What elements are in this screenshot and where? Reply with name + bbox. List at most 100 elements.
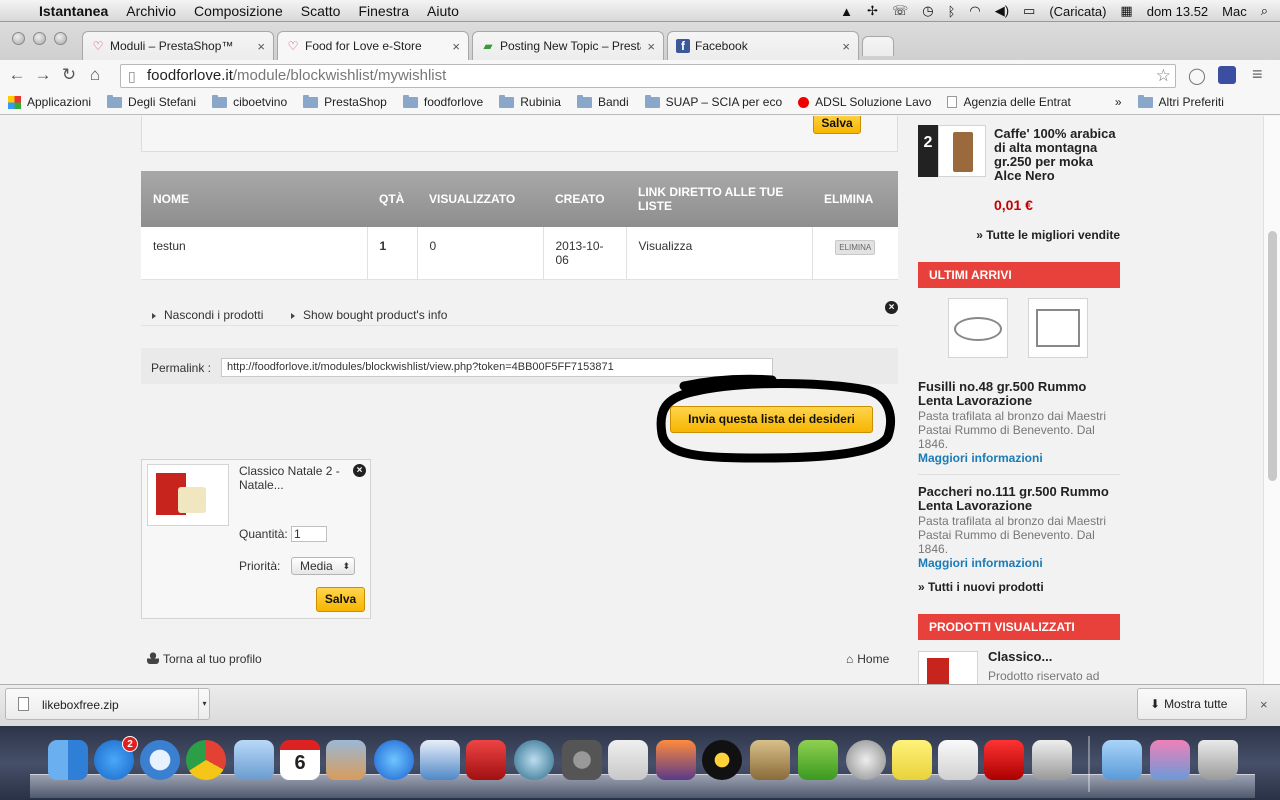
- evernote-icon[interactable]: [798, 740, 838, 780]
- menu-app-name[interactable]: Istantanea: [30, 3, 117, 19]
- star-bookmark-icon[interactable]: ☆: [1156, 65, 1171, 87]
- menu-scatto[interactable]: Scatto: [292, 3, 350, 19]
- show-all-downloads-button[interactable]: ⬇ Mostra tutte: [1137, 688, 1247, 720]
- best-seller-thumbnail[interactable]: [938, 125, 986, 177]
- best-seller-name[interactable]: Caffe' 100% arabica di alta montagna gr.…: [994, 127, 1120, 183]
- menu-archivio[interactable]: Archivio: [117, 3, 185, 19]
- home-icon[interactable]: ⌂: [82, 65, 108, 85]
- bookmark-ciboetvino[interactable]: ciboetvino: [204, 90, 295, 114]
- battery-status[interactable]: (Caricata): [1042, 4, 1113, 19]
- forward-arrow-icon[interactable]: →: [30, 65, 56, 85]
- menu-aiuto[interactable]: Aiuto: [418, 3, 468, 19]
- spotlight-search-icon[interactable]: ⌕: [1254, 3, 1280, 19]
- view-link[interactable]: Visualizza: [626, 227, 813, 280]
- close-download-bar-icon[interactable]: ×: [1260, 697, 1268, 712]
- writer-icon[interactable]: [420, 740, 460, 780]
- clock[interactable]: dom 13.52: [1140, 4, 1215, 19]
- minimize-window-button[interactable]: [33, 32, 46, 45]
- bookmarks-overflow[interactable]: »: [1107, 90, 1130, 114]
- quantity-input[interactable]: 1: [291, 526, 327, 542]
- downloads-folder-icon[interactable]: [1150, 740, 1190, 780]
- send-wishlist-button[interactable]: Invia questa lista dei desideri: [670, 406, 873, 433]
- show-bought-link[interactable]: Show bought product's info: [291, 308, 447, 322]
- scrollbar-thumb[interactable]: [1268, 231, 1277, 481]
- trash-icon[interactable]: [1198, 740, 1238, 780]
- filezilla-icon[interactable]: [984, 740, 1024, 780]
- bookmark-altri-preferiti[interactable]: Altri Preferiti: [1130, 90, 1232, 114]
- menu-finestra[interactable]: Finestra: [349, 3, 418, 19]
- photo-booth-icon[interactable]: [466, 740, 506, 780]
- top-save-button[interactable]: Salva: [813, 116, 861, 134]
- phone-icon[interactable]: ☏: [885, 3, 915, 19]
- textedit-icon[interactable]: [938, 740, 978, 780]
- extension-circle-icon[interactable]: ◯: [1188, 66, 1206, 86]
- address-bar[interactable]: ▯ foodforlove.it/module/blockwishlist/my…: [120, 64, 1176, 88]
- page-scrollbar[interactable]: [1263, 116, 1280, 684]
- close-icon[interactable]: ×: [452, 39, 460, 54]
- download-item[interactable]: likeboxfree.zip ▾: [5, 688, 210, 720]
- home-link[interactable]: ⌂ Home: [846, 652, 889, 666]
- all-best-sellers-link[interactable]: » Tutte le migliori vendite: [976, 228, 1120, 242]
- extension-icon[interactable]: [1218, 66, 1236, 84]
- volume-icon[interactable]: ◀): [988, 3, 1016, 19]
- chrome-icon[interactable]: [186, 740, 226, 780]
- close-window-button[interactable]: [12, 32, 25, 45]
- close-icon[interactable]: ×: [842, 39, 850, 54]
- app-store-icon[interactable]: 2: [94, 736, 138, 780]
- bookmark-applicazioni[interactable]: Applicazioni: [0, 90, 99, 114]
- time-machine-icon[interactable]: ◷: [915, 3, 940, 19]
- back-to-profile-link[interactable]: Torna al tuo profilo: [147, 652, 262, 666]
- close-icon[interactable]: ×: [885, 301, 898, 314]
- close-icon[interactable]: ×: [647, 39, 655, 54]
- calendar-icon[interactable]: 6: [280, 740, 320, 780]
- tab-facebook[interactable]: f Facebook ×: [667, 31, 859, 60]
- reload-icon[interactable]: ↻: [56, 65, 82, 85]
- new-tab-button[interactable]: [862, 36, 894, 56]
- tab-food-for-love[interactable]: ♡ Food for Love e-Store ×: [277, 31, 469, 60]
- user-name[interactable]: Mac: [1215, 4, 1254, 19]
- time-machine-icon[interactable]: [514, 740, 554, 780]
- remove-product-icon[interactable]: ×: [353, 464, 366, 477]
- mail-icon[interactable]: [234, 740, 274, 780]
- automator-icon[interactable]: [750, 740, 790, 780]
- more-info-link[interactable]: Maggiori informazioni: [918, 556, 1043, 570]
- vinyl-player-icon[interactable]: [702, 740, 742, 780]
- system-preferences-icon[interactable]: [562, 740, 602, 780]
- rocket-icon[interactable]: [656, 740, 696, 780]
- phone-icon[interactable]: [846, 740, 886, 780]
- hide-products-link[interactable]: Nascondi i prodotti: [152, 308, 263, 322]
- drive-icon[interactable]: ▲: [833, 4, 860, 19]
- menu-hamburger-icon[interactable]: ≡: [1252, 64, 1263, 85]
- product-thumbnail[interactable]: [147, 464, 229, 526]
- solitaire-icon[interactable]: [608, 740, 648, 780]
- wifi-icon[interactable]: ◠: [962, 3, 987, 19]
- all-new-products-link[interactable]: » Tutti i nuovi prodotti: [918, 580, 1044, 594]
- bookmark-agenzia[interactable]: Agenzia delle Entrat: [939, 90, 1078, 114]
- download-menu-arrow-icon[interactable]: ▾: [198, 689, 210, 719]
- fusilli-thumbnail[interactable]: [948, 298, 1008, 358]
- delete-wishlist-button[interactable]: ELIMINA: [835, 240, 876, 255]
- bookmark-adsl[interactable]: ADSL Soluzione Lavo: [790, 90, 939, 114]
- applications-folder-icon[interactable]: [1102, 740, 1142, 780]
- bookmark-suap[interactable]: SUAP – SCIA per eco: [637, 90, 791, 114]
- bluetooth-icon[interactable]: ᛒ: [941, 4, 963, 19]
- close-icon[interactable]: ×: [257, 39, 265, 54]
- priority-select[interactable]: Media ⬍: [291, 557, 355, 575]
- stickies-icon[interactable]: [892, 740, 932, 780]
- iphoto-icon[interactable]: [326, 740, 366, 780]
- viewed-product-name[interactable]: Classico...: [988, 650, 1052, 664]
- cast-icon[interactable]: ✢: [860, 3, 885, 19]
- bookmark-prestashop[interactable]: PrestaShop: [295, 90, 395, 114]
- product-name[interactable]: Classico Natale 2 - Natale...: [239, 464, 351, 492]
- new-product-name[interactable]: Paccheri no.111 gr.500 Rummo Lenta Lavor…: [918, 485, 1118, 513]
- finder-icon[interactable]: [48, 740, 88, 780]
- bookmark-foodforlove[interactable]: foodforlove: [395, 90, 491, 114]
- battery-icon[interactable]: ▭: [1016, 3, 1042, 19]
- product-save-button[interactable]: Salva: [316, 587, 365, 612]
- menu-composizione[interactable]: Composizione: [185, 3, 292, 19]
- bookmark-degli-stefani[interactable]: Degli Stefani: [99, 90, 204, 114]
- zoom-window-button[interactable]: [54, 32, 67, 45]
- bookmark-rubinia[interactable]: Rubinia: [491, 90, 569, 114]
- viewed-product-thumbnail[interactable]: [918, 651, 978, 684]
- itunes-icon[interactable]: [374, 740, 414, 780]
